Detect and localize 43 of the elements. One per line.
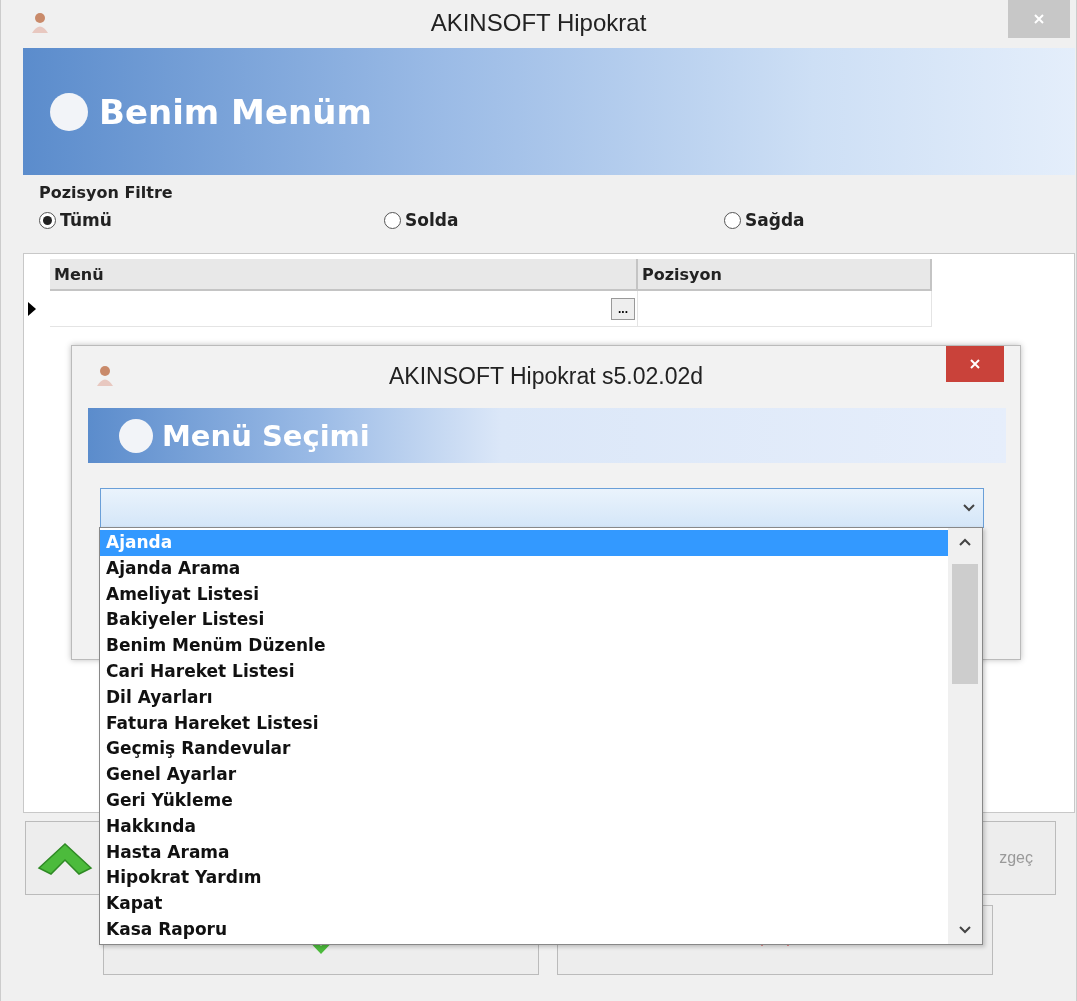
list-item[interactable]: Hasta Arama: [100, 839, 948, 866]
circle-icon: [118, 417, 154, 454]
column-header[interactable]: Pozisyon: [638, 259, 932, 291]
user-icon: [31, 12, 49, 34]
scrollbar-thumb[interactable]: [952, 564, 978, 684]
list-item[interactable]: Geçmiş Randevular: [100, 736, 948, 763]
header-title: Menü Seçimi: [162, 418, 370, 453]
list-item[interactable]: Hipokrat Yardım: [100, 865, 948, 892]
list-item[interactable]: Ameliyat Listesi: [100, 581, 948, 608]
row-indicator-icon: [28, 302, 36, 316]
filter-label: Pozisyon Filtre: [39, 183, 173, 202]
column-header[interactable]: Menü: [50, 259, 638, 291]
chevron-down-icon[interactable]: [959, 926, 971, 934]
menu-dropdown[interactable]: [100, 488, 984, 528]
radio-option[interactable]: Solda: [384, 210, 724, 230]
list-item[interactable]: Hakkında: [100, 813, 948, 840]
radio-option[interactable]: Tümü: [39, 210, 384, 230]
dialog-title: AKINSOFT Hipokrat s5.02.02d: [387, 362, 705, 390]
list-item[interactable]: Benim Menüm Düzenle: [100, 633, 948, 659]
chevron-down-icon: [963, 504, 975, 512]
close-button[interactable]: [1008, 0, 1070, 38]
chevron-up-icon[interactable]: [959, 538, 971, 546]
list-item[interactable]: Ajanda Arama: [100, 555, 948, 582]
table-cell[interactable]: [638, 291, 932, 327]
close-button[interactable]: [946, 346, 1004, 382]
list-item[interactable]: Kapat: [100, 891, 948, 917]
close-icon: [968, 357, 982, 371]
ellipsis-button[interactable]: ...: [611, 297, 635, 320]
radio-option[interactable]: Sağda: [724, 210, 805, 230]
list-item[interactable]: Cari Hareket Listesi: [100, 659, 948, 685]
list-item[interactable]: Dil Ayarları: [100, 684, 948, 711]
table-cell[interactable]: ...: [50, 291, 638, 327]
list-item[interactable]: Fatura Hareket Listesi: [100, 710, 948, 737]
header-title: Benim Menüm: [99, 91, 372, 132]
circle-icon: [49, 91, 89, 132]
list-item[interactable]: Bakiyeler Listesi: [100, 607, 948, 634]
window-title: AKINSOFT Hipokrat: [429, 9, 648, 37]
close-icon: [1032, 12, 1046, 26]
list-item[interactable]: Geri Yükleme: [100, 787, 948, 814]
list-item[interactable]: Kasa Raporu: [100, 916, 948, 943]
scrollbar[interactable]: [948, 528, 982, 944]
user-icon: [96, 365, 114, 387]
list-item[interactable]: Genel Ayarlar: [100, 762, 948, 788]
